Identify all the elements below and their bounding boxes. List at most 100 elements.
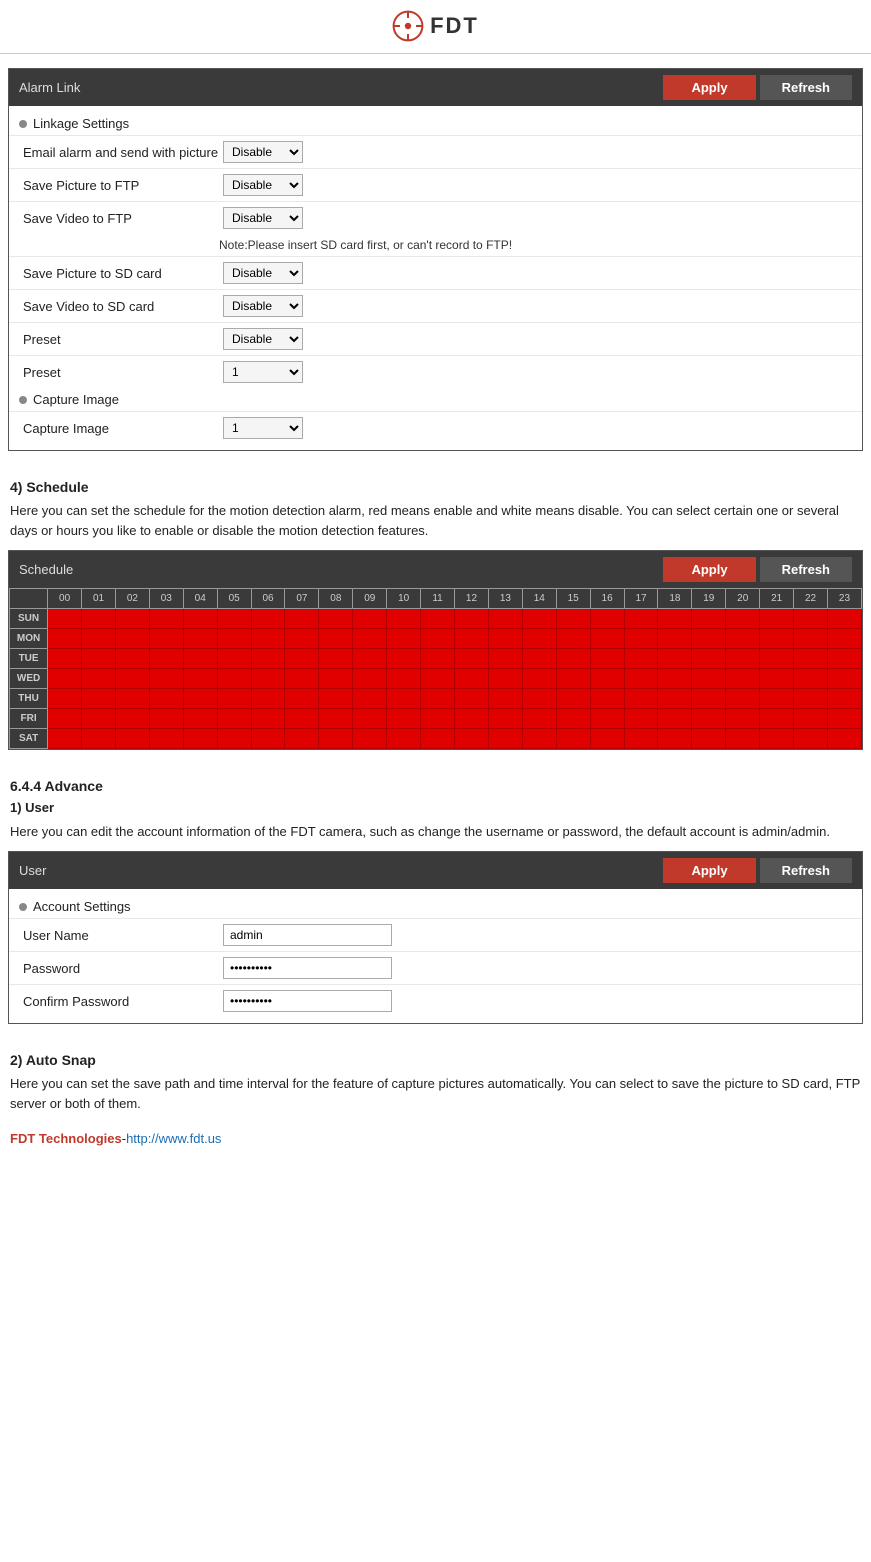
alarm-link-panel: Alarm Link Apply Refresh Linkage Setting…: [8, 68, 863, 451]
schedule-sun-08[interactable]: [319, 609, 353, 629]
schedule-text-section: 4) Schedule Here you can set the schedul…: [0, 469, 871, 550]
schedule-apply-button[interactable]: Apply: [663, 557, 755, 582]
username-input[interactable]: [223, 924, 392, 946]
account-settings-label: Account Settings: [33, 899, 131, 914]
save-video-ftp-select[interactable]: Disable Enable: [223, 207, 303, 229]
preset-value-label: Preset: [23, 365, 223, 380]
schedule-sun-19[interactable]: [692, 609, 726, 629]
schedule-hour-04: 04: [183, 589, 217, 609]
alarm-link-apply-button[interactable]: Apply: [663, 75, 755, 100]
schedule-sun-17[interactable]: [624, 609, 658, 629]
advance-text-section: 6.4.4 Advance 1) User Here you can edit …: [0, 768, 871, 851]
schedule-hour-header-row: 00 01 02 03 04 05 06 07 08 09 10 11 12 1…: [10, 589, 862, 609]
auto-snap-description: Here you can set the save path and time …: [10, 1074, 861, 1113]
save-picture-sd-select[interactable]: Disable Enable: [223, 262, 303, 284]
confirm-password-row: Confirm Password: [9, 984, 862, 1017]
schedule-sun-13[interactable]: [488, 609, 522, 629]
schedule-hour-13: 13: [488, 589, 522, 609]
ftp-note-text: Note:Please insert SD card first, or can…: [219, 238, 512, 252]
save-picture-sd-label: Save Picture to SD card: [23, 266, 223, 281]
schedule-hour-16: 16: [590, 589, 624, 609]
password-label: Password: [23, 961, 223, 976]
confirm-password-label: Confirm Password: [23, 994, 223, 1009]
schedule-day-thu: THU: [10, 689, 48, 709]
schedule-sun-15[interactable]: [556, 609, 590, 629]
user-description: Here you can edit the account informatio…: [10, 822, 861, 842]
schedule-day-mon: MON: [10, 629, 48, 649]
capture-image-select[interactable]: 1 2 3: [223, 417, 303, 439]
ftp-note: Note:Please insert SD card first, or can…: [9, 234, 862, 256]
schedule-hour-21: 21: [760, 589, 794, 609]
schedule-sun-00[interactable]: [48, 609, 82, 629]
save-picture-ftp-select[interactable]: Disable Enable: [223, 174, 303, 196]
schedule-hour-00: 00: [48, 589, 82, 609]
save-picture-ftp-label: Save Picture to FTP: [23, 178, 223, 193]
user-panel-body: Account Settings User Name Password Conf…: [9, 889, 862, 1023]
schedule-hour-19: 19: [692, 589, 726, 609]
user-panel-header: User Apply Refresh: [9, 852, 862, 889]
logo-text: FDT: [430, 13, 479, 39]
schedule-sun-21[interactable]: [760, 609, 794, 629]
confirm-password-input[interactable]: [223, 990, 392, 1012]
schedule-hour-01: 01: [82, 589, 116, 609]
preset-enable-select[interactable]: Disable Enable: [223, 328, 303, 350]
alarm-link-body: Linkage Settings Email alarm and send wi…: [9, 106, 862, 450]
schedule-day-sat: SAT: [10, 729, 48, 749]
preset-value-select[interactable]: 1 2 3 4: [223, 361, 303, 383]
schedule-day-tue: TUE: [10, 649, 48, 669]
schedule-hour-10: 10: [387, 589, 421, 609]
footer-link[interactable]: http://www.fdt.us: [126, 1131, 221, 1146]
alarm-link-buttons: Apply Refresh: [663, 75, 852, 100]
user-panel-buttons: Apply Refresh: [663, 858, 852, 883]
schedule-hour-15: 15: [556, 589, 590, 609]
schedule-sun-07[interactable]: [285, 609, 319, 629]
password-row: Password: [9, 951, 862, 984]
schedule-row-fri: FRI: [10, 709, 862, 729]
schedule-hour-05: 05: [217, 589, 251, 609]
account-settings-header: Account Settings: [9, 895, 862, 918]
save-video-sd-label: Save Video to SD card: [23, 299, 223, 314]
save-video-sd-select[interactable]: Disable Enable: [223, 295, 303, 317]
password-input[interactable]: [223, 957, 392, 979]
schedule-hour-02: 02: [115, 589, 149, 609]
schedule-sun-06[interactable]: [251, 609, 285, 629]
schedule-day-wed: WED: [10, 669, 48, 689]
schedule-refresh-button[interactable]: Refresh: [760, 557, 852, 582]
schedule-sun-14[interactable]: [522, 609, 556, 629]
user-apply-button[interactable]: Apply: [663, 858, 755, 883]
schedule-sun-03[interactable]: [149, 609, 183, 629]
schedule-sun-20[interactable]: [726, 609, 760, 629]
schedule-hour-17: 17: [624, 589, 658, 609]
schedule-sun-16[interactable]: [590, 609, 624, 629]
user-refresh-button[interactable]: Refresh: [760, 858, 852, 883]
alarm-link-title: Alarm Link: [19, 80, 80, 95]
email-alarm-select[interactable]: Disable Enable: [223, 141, 303, 163]
schedule-sun-02[interactable]: [115, 609, 149, 629]
schedule-sun-05[interactable]: [217, 609, 251, 629]
schedule-sun-23[interactable]: [827, 609, 861, 629]
username-row: User Name: [9, 918, 862, 951]
page-header: FDT: [0, 0, 871, 54]
schedule-row-sat: SAT: [10, 729, 862, 749]
schedule-row-wed: WED: [10, 669, 862, 689]
username-label: User Name: [23, 928, 223, 943]
schedule-hour-11: 11: [421, 589, 455, 609]
schedule-sun-11[interactable]: [421, 609, 455, 629]
schedule-sun-04[interactable]: [183, 609, 217, 629]
linkage-dot: [19, 120, 27, 128]
schedule-sun-22[interactable]: [794, 609, 828, 629]
schedule-sun-12[interactable]: [455, 609, 489, 629]
schedule-sun-10[interactable]: [387, 609, 421, 629]
alarm-link-refresh-button[interactable]: Refresh: [760, 75, 852, 100]
preset-enable-label: Preset: [23, 332, 223, 347]
schedule-hour-22: 22: [794, 589, 828, 609]
schedule-sun-18[interactable]: [658, 609, 692, 629]
preset-enable-row: Preset Disable Enable: [9, 322, 862, 355]
capture-image-section-label: Capture Image: [33, 392, 119, 407]
capture-dot: [19, 396, 27, 404]
schedule-panel-buttons: Apply Refresh: [663, 557, 852, 582]
schedule-sun-01[interactable]: [82, 609, 116, 629]
schedule-row-mon: MON: [10, 629, 862, 649]
save-video-ftp-row: Save Video to FTP Disable Enable: [9, 201, 862, 234]
schedule-sun-09[interactable]: [353, 609, 387, 629]
